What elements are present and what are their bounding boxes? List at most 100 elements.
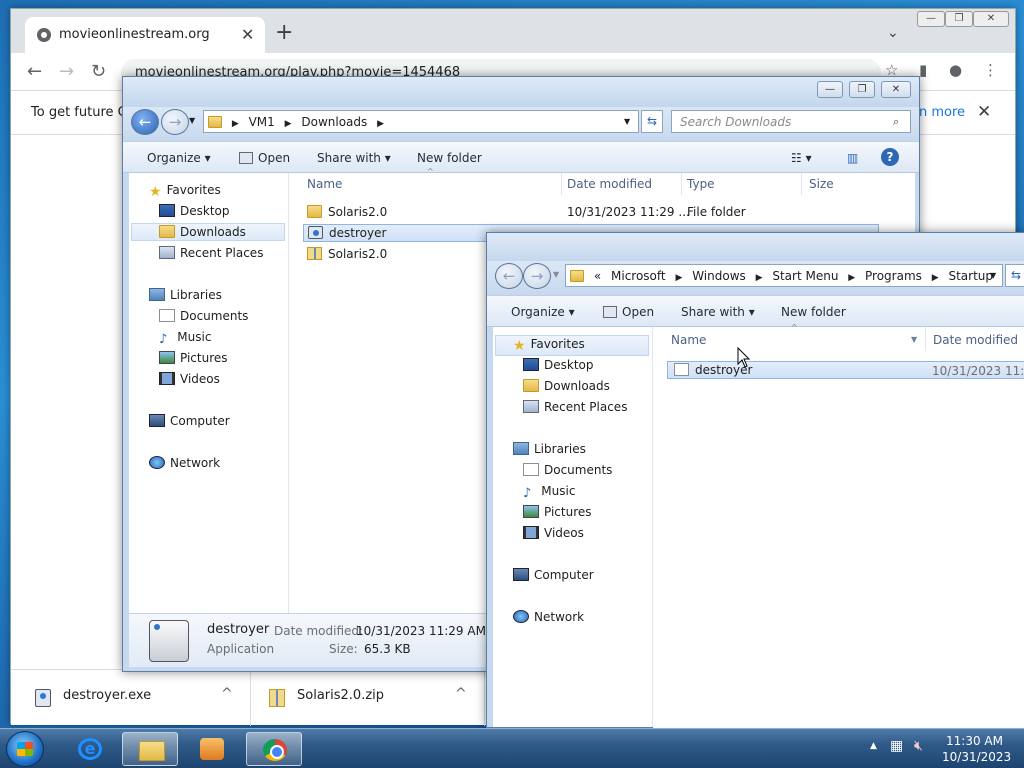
address-dropdown-icon[interactable]: ▼	[624, 117, 630, 126]
reload-icon[interactable]: ↻	[91, 61, 106, 82]
profile-avatar-icon[interactable]: ●	[949, 61, 962, 79]
taskbar-internet-explorer[interactable]: e	[62, 732, 118, 766]
download-item[interactable]: destroyer.exe ^	[11, 670, 251, 726]
breadcrumb-item[interactable]: Startup	[942, 265, 993, 283]
side-panel-icon[interactable]: ▮	[919, 61, 927, 79]
breadcrumb-item[interactable]: Programs	[859, 265, 922, 283]
file-row[interactable]: Solaris2.0	[307, 247, 387, 261]
breadcrumb-separator-icon: ▶	[675, 273, 683, 283]
back-arrow-icon[interactable]: ←	[495, 263, 523, 289]
column-header-name[interactable]: Name	[307, 177, 342, 191]
nav-videos[interactable]: Videos	[159, 372, 220, 386]
refresh-icon[interactable]: ⇆	[1005, 264, 1024, 287]
volume-muted-icon[interactable]: 🔇︎	[914, 738, 923, 754]
nav-videos[interactable]: Videos	[523, 526, 584, 540]
close-button[interactable]: ✕	[973, 11, 1009, 27]
column-header-date-modified[interactable]: Date modified	[567, 177, 652, 191]
clock-date[interactable]: 10/31/2023	[942, 750, 1011, 764]
close-button[interactable]: ✕	[881, 81, 911, 98]
forward-arrow-icon[interactable]: →	[161, 109, 189, 135]
address-dropdown-icon[interactable]: ▼	[990, 271, 996, 280]
minimize-button[interactable]: —	[917, 11, 945, 27]
breadcrumb-item[interactable]: Downloads	[295, 111, 367, 129]
show-hidden-icons-button[interactable]: ▲	[870, 741, 877, 751]
search-input[interactable]: Search Downloads	[671, 110, 911, 133]
nav-libraries[interactable]: Libraries	[513, 442, 586, 456]
nav-recent-places[interactable]: Recent Places	[159, 246, 263, 260]
nav-network[interactable]: Network	[149, 456, 220, 470]
nav-desktop[interactable]: Desktop	[523, 358, 594, 372]
minimize-button[interactable]: —	[817, 81, 843, 98]
download-item[interactable]: Solaris2.0.zip ^	[251, 670, 485, 726]
open-button[interactable]: Open	[239, 151, 290, 165]
learn-more-link[interactable]: n more	[919, 105, 965, 120]
maximize-button[interactable]: ❐	[849, 81, 875, 98]
nav-computer[interactable]: Computer	[513, 568, 594, 582]
libraries-icon	[513, 442, 529, 455]
column-header-date-modified[interactable]: Date modified	[933, 333, 1018, 347]
column-header-name[interactable]: Name	[671, 333, 706, 347]
address-bar[interactable]: ▶ VM1 ▶ Downloads ▶ ▼	[203, 110, 639, 133]
taskbar-chrome[interactable]	[246, 732, 302, 766]
nav-music[interactable]: ♪ Music	[159, 330, 211, 347]
maximize-button[interactable]: ❐	[945, 11, 973, 27]
nav-music[interactable]: ♪ Music	[523, 484, 575, 501]
info-bar-close-icon[interactable]: ✕	[977, 102, 991, 122]
column-header-type[interactable]: Type	[687, 177, 715, 191]
tab-search-icon[interactable]: ⌄	[887, 25, 899, 41]
file-row[interactable]: Solaris2.0 10/31/2023 11:29 ... File fol…	[307, 205, 867, 219]
start-button[interactable]	[6, 731, 44, 767]
taskbar-file-explorer[interactable]	[122, 732, 178, 766]
downloads-folder-icon	[159, 225, 175, 238]
new-folder-button[interactable]: New folder	[417, 151, 482, 165]
browser-tab[interactable]: movieonlinestream.org ✕	[25, 17, 265, 53]
nav-recent-places[interactable]: Recent Places	[523, 400, 627, 414]
tab-close-icon[interactable]: ✕	[241, 25, 254, 44]
nav-documents[interactable]: Documents	[159, 309, 248, 323]
organize-button[interactable]: Organize ▾	[511, 305, 575, 319]
help-icon[interactable]: ?	[881, 148, 899, 166]
breadcrumb-item[interactable]: VM1	[243, 111, 275, 129]
breadcrumb-item[interactable]: Windows	[686, 265, 746, 283]
nav-favorites[interactable]: ★ Favorites	[149, 183, 221, 200]
breadcrumb-overflow[interactable]: «	[588, 265, 601, 283]
share-with-button[interactable]: Share with ▾	[317, 151, 391, 165]
view-options-icon[interactable]: ☷ ▾	[791, 151, 812, 165]
recent-pages-chevron-icon[interactable]: ▼	[189, 116, 195, 125]
new-tab-button[interactable]: +	[275, 22, 293, 44]
nav-downloads[interactable]: Downloads	[131, 223, 285, 241]
back-arrow-icon[interactable]: ←	[131, 109, 159, 135]
open-button[interactable]: Open	[603, 305, 654, 319]
application-icon	[308, 226, 323, 239]
nav-documents[interactable]: Documents	[523, 463, 612, 477]
nav-favorites[interactable]: ★ Favorites	[495, 335, 649, 356]
chevron-up-icon[interactable]: ^	[455, 686, 467, 702]
menu-kebab-icon[interactable]: ⋮	[983, 61, 998, 79]
nav-pictures[interactable]: Pictures	[159, 351, 228, 365]
new-folder-button[interactable]: New folder	[781, 305, 846, 319]
taskbar-media-player[interactable]	[184, 732, 240, 766]
refresh-icon[interactable]: ⇆	[641, 110, 663, 133]
breadcrumb-item[interactable]: Start Menu	[766, 265, 838, 283]
network-tray-icon[interactable]: ▦	[890, 738, 903, 754]
nav-downloads[interactable]: Downloads	[523, 379, 610, 393]
forward-arrow-icon[interactable]: →	[523, 263, 551, 289]
forward-arrow-icon[interactable]: →	[59, 61, 74, 82]
back-arrow-icon[interactable]: ←	[27, 61, 42, 82]
share-with-button[interactable]: Share with ▾	[681, 305, 755, 319]
nav-desktop[interactable]: Desktop	[159, 204, 230, 218]
nav-libraries[interactable]: Libraries	[149, 288, 222, 302]
recent-pages-chevron-icon[interactable]: ▼	[553, 270, 559, 279]
column-dropdown-icon[interactable]: ▼	[911, 335, 917, 344]
nav-network[interactable]: Network	[513, 610, 584, 624]
breadcrumb-item[interactable]: Microsoft	[605, 265, 666, 283]
address-bar[interactable]: « Microsoft ▶ Windows ▶ Start Menu ▶ Pro…	[565, 264, 1003, 287]
organize-button[interactable]: Organize ▾	[147, 151, 211, 165]
file-row-selected[interactable]: destroyer 10/31/2023 11:29	[667, 361, 1024, 379]
column-header-size[interactable]: Size	[809, 177, 834, 191]
chevron-up-icon[interactable]: ^	[221, 686, 233, 702]
preview-pane-icon[interactable]: ▥	[847, 151, 858, 165]
nav-computer[interactable]: Computer	[149, 414, 230, 428]
nav-pictures[interactable]: Pictures	[523, 505, 592, 519]
clock-time[interactable]: 11:30 AM	[946, 734, 1003, 748]
